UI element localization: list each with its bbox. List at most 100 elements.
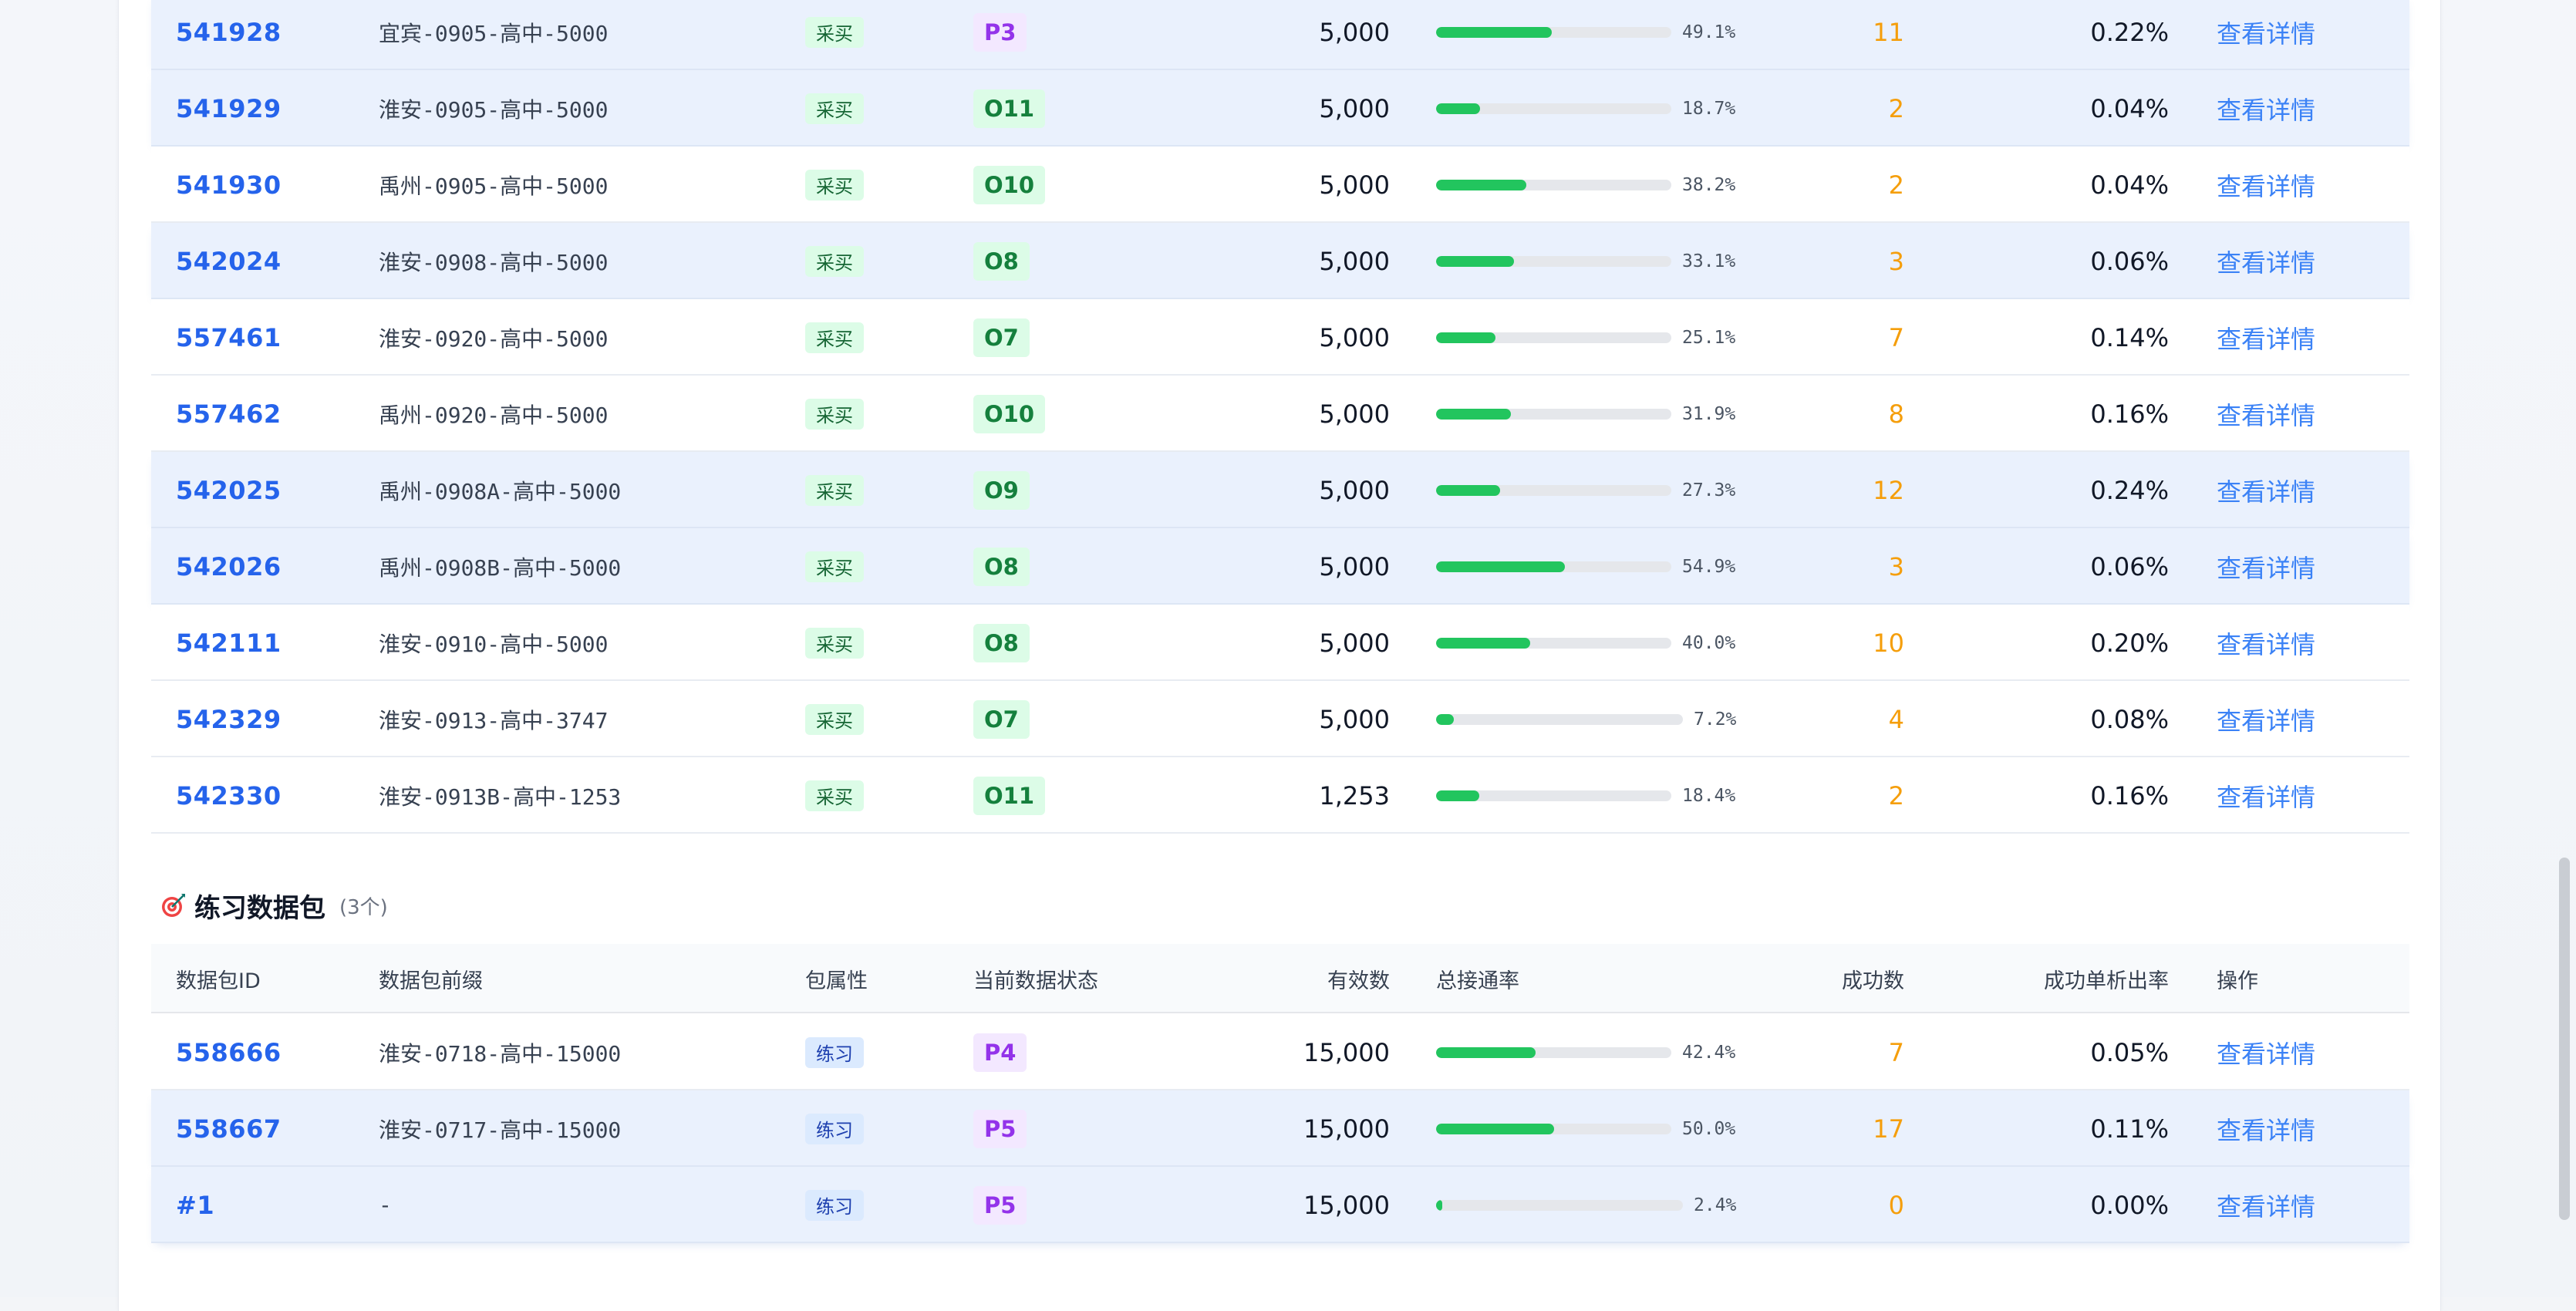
valid-count: 5,000 bbox=[1319, 475, 1390, 505]
connect-rate: 31.9% bbox=[1436, 404, 1735, 424]
view-details-link[interactable]: 查看详情 bbox=[2217, 15, 2315, 50]
view-details-link[interactable]: 查看详情 bbox=[2217, 1111, 2315, 1147]
attribute-tag: 采买 bbox=[805, 627, 864, 659]
package-id-link[interactable]: 542025 bbox=[176, 476, 282, 505]
package-id-link[interactable]: 542024 bbox=[176, 247, 282, 276]
header-ratio: 成功单析出率 bbox=[2044, 969, 2169, 993]
table-row[interactable]: 542026 禹州-0908B-高中-5000 采买 O8 5,000 54.9% 3 0.0… bbox=[151, 528, 2409, 605]
connect-rate-text: 31.9% bbox=[1682, 403, 1736, 424]
package-id-link[interactable]: 541928 bbox=[176, 18, 282, 47]
connect-rate-text: 18.4% bbox=[1682, 785, 1736, 806]
connect-rate: 49.1% bbox=[1436, 22, 1735, 42]
attribute-tag: 采买 bbox=[805, 16, 864, 48]
success-ratio: 0.11% bbox=[2090, 1114, 2169, 1144]
table-row[interactable]: 557462 禹州-0920-高中-5000 采买 O10 5,000 31.9% 8 0.1… bbox=[151, 376, 2409, 452]
connect-rate: 40.0% bbox=[1436, 633, 1735, 653]
progress-fill bbox=[1436, 179, 1526, 190]
view-details-link[interactable]: 查看详情 bbox=[2217, 1035, 2315, 1070]
status-badge: P5 bbox=[973, 1109, 1027, 1148]
attribute-tag: 采买 bbox=[805, 780, 864, 811]
success-ratio: 0.06% bbox=[2090, 246, 2169, 276]
package-id-link[interactable]: 557461 bbox=[176, 323, 282, 352]
connect-rate: 27.3% bbox=[1436, 480, 1735, 500]
valid-count: 5,000 bbox=[1319, 17, 1390, 47]
package-id-link[interactable]: 542329 bbox=[176, 705, 282, 734]
status-badge: O11 bbox=[973, 776, 1046, 815]
view-details-link[interactable]: 查看详情 bbox=[2217, 549, 2315, 585]
attribute-tag: 采买 bbox=[805, 474, 864, 506]
table-row[interactable]: 542330 淮安-0913B-高中-1253 采买 O11 1,253 18.4% 2 0.… bbox=[151, 757, 2409, 834]
package-id-link[interactable]: 558666 bbox=[176, 1038, 282, 1067]
package-id-link[interactable]: 542330 bbox=[176, 781, 282, 811]
section-header-practice: 练习数据包 (3个) bbox=[160, 885, 388, 925]
package-prefix: 禹州-0908B-高中-5000 bbox=[379, 554, 622, 581]
success-count: 7 bbox=[1888, 322, 1904, 352]
package-id-link[interactable]: #1 bbox=[176, 1191, 214, 1220]
view-details-link[interactable]: 查看详情 bbox=[2217, 778, 2315, 814]
section-title: 练习数据包 bbox=[194, 892, 325, 924]
valid-count: 5,000 bbox=[1319, 551, 1390, 581]
status-badge: O8 bbox=[973, 241, 1030, 281]
valid-count: 5,000 bbox=[1319, 170, 1390, 200]
practice-packages-table: 558666 淮安-0718-高中-15000 练习 P4 15,000 42.4% 7 0.… bbox=[151, 1014, 2409, 1243]
package-prefix: 禹州-0920-高中-5000 bbox=[379, 402, 609, 428]
package-prefix: 淮安-0905-高中-5000 bbox=[379, 96, 609, 123]
table-row[interactable]: 542329 淮安-0913-高中-3747 采买 O7 5,000 7.2% 4 0.08%… bbox=[151, 681, 2409, 757]
status-badge: O10 bbox=[973, 394, 1046, 433]
view-details-link[interactable]: 查看详情 bbox=[2217, 702, 2315, 737]
package-id-link[interactable]: 542026 bbox=[176, 552, 282, 581]
view-details-link[interactable]: 查看详情 bbox=[2217, 320, 2315, 356]
table-header: 数据包ID 数据包前缀 包属性 当前数据状态 有效数 总接通率 成功数 成功单析… bbox=[151, 944, 2409, 1013]
table-row[interactable]: 542025 禹州-0908A-高中-5000 采买 O9 5,000 27.3% 12 0.… bbox=[151, 452, 2409, 528]
success-ratio: 0.22% bbox=[2090, 17, 2169, 47]
table-row[interactable]: 557461 淮安-0920-高中-5000 采买 O7 5,000 25.1% 7 0.14… bbox=[151, 299, 2409, 376]
progress-bar bbox=[1436, 408, 1671, 420]
table-row[interactable]: 541930 禹州-0905-高中-5000 采买 O10 5,000 38.2% 2 0.0… bbox=[151, 147, 2409, 223]
table-row[interactable]: 542111 淮安-0910-高中-5000 采买 O8 5,000 40.0% 10 0.2… bbox=[151, 605, 2409, 681]
attribute-tag: 练习 bbox=[805, 1189, 864, 1221]
progress-bar bbox=[1436, 179, 1671, 190]
view-details-link[interactable]: 查看详情 bbox=[2217, 244, 2315, 279]
status-badge: O8 bbox=[973, 623, 1030, 662]
valid-count: 15,000 bbox=[1303, 1190, 1390, 1220]
header-id: 数据包ID bbox=[176, 969, 261, 993]
valid-count: 5,000 bbox=[1319, 322, 1390, 352]
progress-bar bbox=[1436, 255, 1671, 267]
package-id-link[interactable]: 542111 bbox=[176, 629, 282, 658]
table-row[interactable]: 558666 淮安-0718-高中-15000 练习 P4 15,000 42.4% 7 0.… bbox=[151, 1014, 2409, 1090]
success-count: 3 bbox=[1888, 551, 1904, 581]
package-prefix: 淮安-0913B-高中-1253 bbox=[379, 784, 622, 810]
view-details-link[interactable]: 查看详情 bbox=[2217, 625, 2315, 661]
success-count: 4 bbox=[1888, 704, 1904, 734]
package-id-link[interactable]: 558667 bbox=[176, 1114, 282, 1144]
success-ratio: 0.00% bbox=[2090, 1190, 2169, 1220]
progress-fill bbox=[1436, 103, 1480, 114]
view-details-link[interactable]: 查看详情 bbox=[2217, 1188, 2315, 1223]
scrollbar-thumb[interactable] bbox=[2559, 858, 2570, 1220]
valid-count: 5,000 bbox=[1319, 93, 1390, 123]
success-count: 0 bbox=[1888, 1190, 1904, 1220]
table-row[interactable]: 541928 宜宾-0905-高中-5000 采买 P3 5,000 49.1% 11 0.2… bbox=[151, 0, 2409, 70]
table-row[interactable]: #1 - 练习 P5 15,000 2.4% 0 0.00% 查看详情 bbox=[151, 1167, 2409, 1243]
table-row[interactable]: 542024 淮安-0908-高中-5000 采买 O8 5,000 33.1% 3 0.06… bbox=[151, 223, 2409, 299]
view-details-link[interactable]: 查看详情 bbox=[2217, 396, 2315, 432]
view-details-link[interactable]: 查看详情 bbox=[2217, 167, 2315, 203]
status-badge: P3 bbox=[973, 12, 1027, 52]
package-prefix: 宜宾-0905-高中-5000 bbox=[379, 20, 609, 46]
table-row[interactable]: 558667 淮安-0717-高中-15000 练习 P5 15,000 50.0% 17 0… bbox=[151, 1090, 2409, 1167]
target-icon bbox=[160, 892, 187, 918]
header-rate: 总接通率 bbox=[1436, 969, 1519, 993]
connect-rate-text: 2.4% bbox=[1694, 1195, 1737, 1215]
success-ratio: 0.14% bbox=[2090, 322, 2169, 352]
view-details-link[interactable]: 查看详情 bbox=[2217, 473, 2315, 508]
table-row[interactable]: 541929 淮安-0905-高中-5000 采买 O11 5,000 18.7% 2 0.0… bbox=[151, 70, 2409, 147]
progress-fill bbox=[1436, 408, 1511, 420]
package-prefix: 淮安-0913-高中-3747 bbox=[379, 707, 609, 733]
success-ratio: 0.20% bbox=[2090, 628, 2169, 658]
package-id-link[interactable]: 541929 bbox=[176, 94, 282, 123]
package-id-link[interactable]: 557462 bbox=[176, 399, 282, 429]
package-id-link[interactable]: 541930 bbox=[176, 170, 282, 200]
view-details-link[interactable]: 查看详情 bbox=[2217, 91, 2315, 126]
progress-bar bbox=[1436, 26, 1671, 38]
status-badge: O9 bbox=[973, 470, 1030, 510]
